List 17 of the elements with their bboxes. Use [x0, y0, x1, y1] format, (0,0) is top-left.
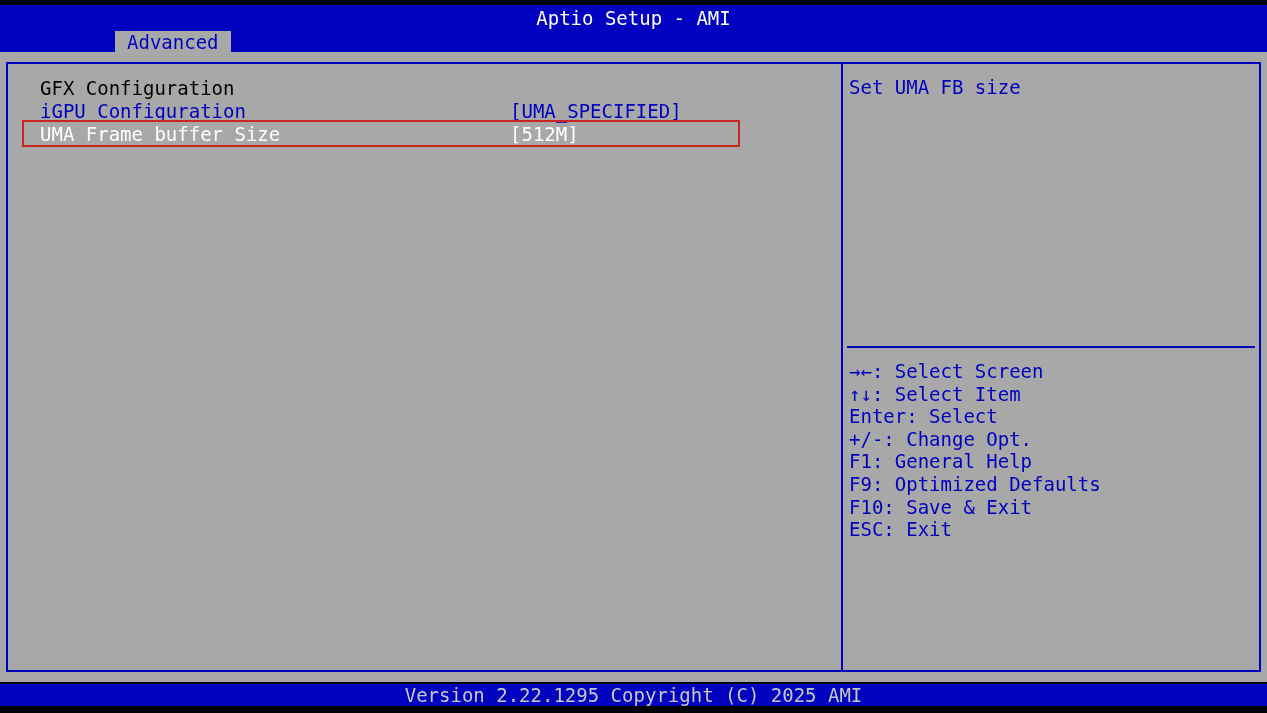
key-hint: Enter: Select — [848, 405, 999, 428]
key-hint: +/-: Change Opt. — [848, 427, 1034, 451]
key-hint: F10: Save & Exit — [848, 495, 1034, 519]
key-hint: F9: Optimized Defaults — [848, 472, 1102, 496]
setting-value: [UMA_SPECIFIED] — [510, 99, 682, 122]
setting-label: iGPU Configuration — [40, 99, 247, 122]
version-text: Version 2.22.1295 Copyright (C) 2025 AMI — [404, 684, 863, 706]
window-title: Aptio Setup - AMI — [536, 6, 731, 31]
key-hint: ↑↓: Select Item — [848, 382, 1022, 406]
key-hint: F1: General Help — [848, 450, 1034, 473]
help-text: Set UMA FB size — [848, 76, 1022, 100]
tab[interactable]: Advanced — [115, 31, 231, 52]
setting-value: [512M] — [510, 122, 579, 145]
key-hint: →←: Select Screen — [848, 360, 1045, 383]
key-hint: ESC: Exit — [848, 518, 953, 541]
setting-label: GFX Configuration — [40, 76, 236, 99]
setting-label: UMA Frame buffer Size — [40, 122, 282, 145]
